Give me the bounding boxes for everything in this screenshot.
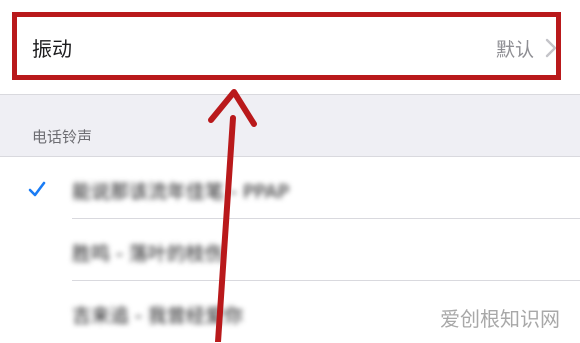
ringtone-item-label: 能说那该流年佳笔 - PPAP bbox=[72, 181, 290, 203]
ringtone-section-header: 电话铃声 bbox=[32, 128, 93, 146]
highlight-box bbox=[12, 12, 561, 80]
ringtone-item-label: 胜鸣 - 落叶的枝伤 bbox=[72, 243, 224, 265]
ringtone-item[interactable]: 能说那该流年佳笔 - PPAP bbox=[0, 157, 580, 219]
checkmark-icon bbox=[28, 181, 46, 197]
ringtone-item[interactable]: 胜鸣 - 落叶的枝伤 bbox=[0, 219, 580, 281]
watermark: 爱创根知识网 bbox=[440, 307, 560, 331]
ringtone-item-label: 吉来追 - 我曾经爱你 bbox=[72, 305, 243, 327]
